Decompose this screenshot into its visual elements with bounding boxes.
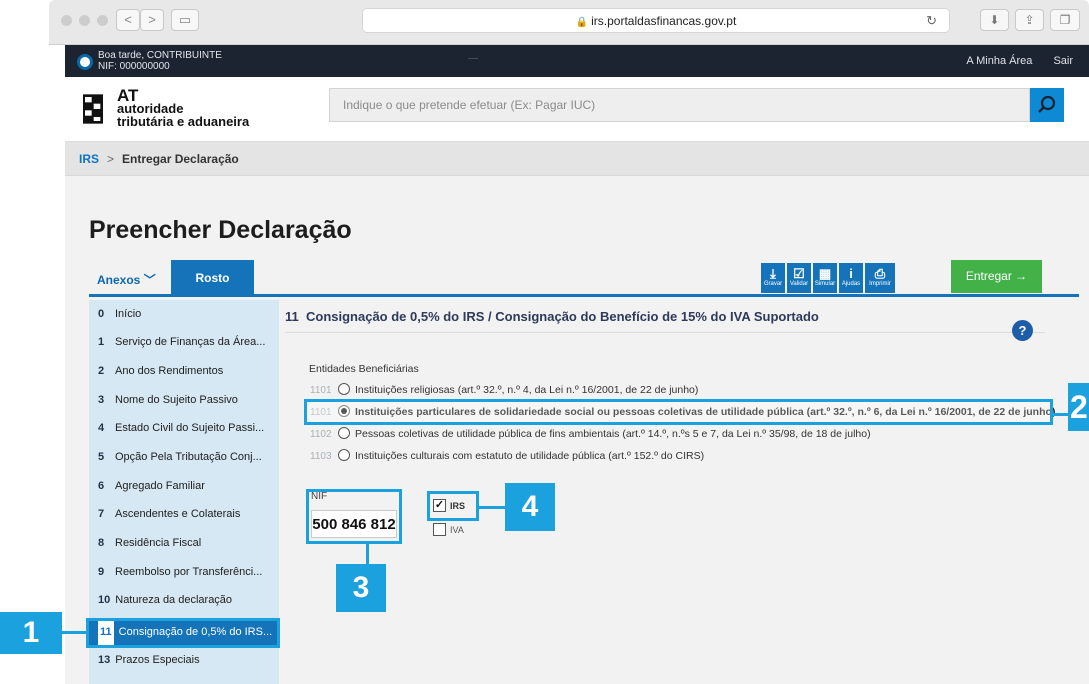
sidebar-item-prazos[interactable]: 13 Prazos Especiais (89, 646, 279, 674)
user-avatar-icon (77, 54, 93, 70)
highlight-frame-sidebar (86, 618, 280, 648)
gravar-button[interactable]: ⤓ Gravar (761, 263, 785, 293)
sidebar-item-agregado[interactable]: 6 Agregado Familiar (89, 472, 279, 500)
nif-label: NIF (311, 491, 328, 502)
download-icon[interactable]: ⬇ (980, 9, 1009, 31)
chevron-down-icon: ﹀ (143, 273, 156, 287)
section-title: 11 Consignação de 0,5% do IRS / Consigna… (285, 309, 819, 324)
entities-label: Entidades Beneficiárias (309, 363, 419, 375)
browser-toolbar: < > ▭ 🔒 irs.portaldasfinancas.gov.pt ↻ ⬇ … (49, 0, 1089, 45)
sidebar-item-reembolso[interactable]: 9 Reembolso por Transferênci... (89, 558, 279, 586)
sidebar-item-natureza[interactable]: 10 Natureza da declaração (89, 586, 279, 614)
printer-icon: ⎙ (874, 266, 886, 281)
help-icon[interactable]: ? (1012, 320, 1033, 341)
search-button[interactable] (1030, 88, 1064, 122)
site-header: AT autoridade tributária e aduaneira Ind… (65, 77, 1089, 142)
at-logo-text[interactable]: AT autoridade tributária e aduaneira (117, 87, 249, 128)
nif-field[interactable]: 500 846 812 (311, 510, 397, 538)
entity-option-culturais[interactable]: 1103 Instituições culturais com estatuto … (310, 446, 704, 466)
lock-icon: 🔒 (575, 17, 589, 28)
window-zoom-dot[interactable] (97, 15, 108, 26)
callout-1-connector (62, 631, 86, 634)
sidebar-item-ascendentes[interactable]: 7 Ascendentes e Colaterais (89, 500, 279, 528)
search-input[interactable]: Indique o que pretende efetuar (Ex: Paga… (329, 88, 1030, 122)
entity-option-ambientais[interactable]: 1102 Pessoas coletivas de utilidade públi… (310, 424, 871, 444)
topbar-separator: — (468, 53, 478, 64)
tab-anexos[interactable]: Anexos ﹀ (97, 271, 156, 288)
callout-2: 2 (1068, 383, 1089, 431)
info-icon: i (849, 266, 853, 281)
url-text: irs.portaldasfinancas.gov.pt (591, 14, 737, 28)
radio-icon (338, 427, 350, 439)
back-button[interactable]: < (116, 9, 140, 31)
reload-icon[interactable]: ↻ (926, 9, 937, 33)
highlight-frame-option (304, 399, 1053, 425)
callout-3: 3 (336, 564, 386, 612)
download-save-icon: ⤓ (770, 266, 776, 281)
sidebar-item-inicio[interactable]: 0 Início (89, 300, 279, 328)
page-title: Preencher Declaração (89, 216, 352, 244)
portal-page: Boa tarde, CONTRIBUINTE NIF: 000000000 —… (65, 45, 1089, 684)
breadcrumb-separator: > (107, 152, 115, 166)
form-tabs-bar: Anexos ﹀ Rosto ⤓ Gravar ☑ Validar ▦ Simular… (89, 260, 1079, 297)
forward-button[interactable]: > (140, 9, 164, 31)
sidebar-item-ano-rendimentos[interactable]: 2 Ano dos Rendimentos (89, 357, 279, 385)
irs-checkbox[interactable]: ✓ (433, 499, 446, 512)
sidebar-item-opcao-tributacao[interactable]: 5 Opção Pela Tributação Conj... (89, 443, 279, 471)
sidebar-item-servico-financas[interactable]: 1 Serviço de Finanças da Área... (89, 328, 279, 356)
section-divider (285, 332, 1045, 333)
address-bar[interactable]: 🔒 irs.portaldasfinancas.gov.pt ↻ (362, 8, 950, 33)
share-icon[interactable]: ⇪ (1015, 9, 1044, 31)
simular-button[interactable]: ▦ Simular (813, 263, 837, 293)
radio-icon (338, 449, 350, 461)
tabs-overview-icon[interactable]: ❐ (1050, 9, 1080, 31)
callout-3-connector (366, 544, 369, 566)
callout-4: 4 (505, 483, 555, 531)
irs-checkbox-label: IRS (450, 501, 466, 511)
iva-checkbox[interactable] (433, 523, 446, 536)
ajudas-button[interactable]: i Ajudas (839, 263, 863, 293)
check-square-icon: ☑ (793, 266, 805, 281)
entity-option-religiosas[interactable]: 1101 Instituições religiosas (art.º 32.º,… (310, 380, 698, 400)
imprimir-button[interactable]: ⎙ Imprimir (865, 263, 895, 293)
calculator-icon: ▦ (818, 266, 832, 281)
window-close-dot[interactable] (61, 15, 72, 26)
breadcrumb: IRS > Entregar Declaração (65, 142, 1089, 176)
entregar-button[interactable]: Entregar → (951, 260, 1042, 293)
user-nif: NIF: 000000000 (98, 61, 170, 72)
tab-rosto[interactable]: Rosto (171, 260, 254, 297)
user-topbar: Boa tarde, CONTRIBUINTE NIF: 000000000 —… (65, 45, 1089, 77)
greeting-text: Boa tarde, CONTRIBUINTE (98, 50, 222, 61)
callout-1: 1 (0, 612, 62, 654)
validar-button[interactable]: ☑ Validar (787, 263, 811, 293)
breadcrumb-irs-link[interactable]: IRS (79, 152, 99, 166)
breadcrumb-current: Entregar Declaração (122, 152, 239, 166)
sidebar-item-residencia[interactable]: 8 Residência Fiscal (89, 529, 279, 557)
sidebar-toggle-icon[interactable]: ▭ (171, 9, 199, 31)
window-minimize-dot[interactable] (79, 15, 90, 26)
at-logo-icon[interactable] (83, 87, 103, 131)
my-area-link[interactable]: A Minha Área (966, 55, 1032, 67)
logout-link[interactable]: Sair (1053, 55, 1073, 67)
search-icon (1038, 95, 1056, 113)
callout-4-connector (479, 506, 505, 509)
sidebar-item-nome-sujeito[interactable]: 3 Nome do Sujeito Passivo (89, 386, 279, 414)
sidebar-item-estado-civil[interactable]: 4 Estado Civil do Sujeito Passi... (89, 414, 279, 442)
iva-checkbox-label: IVA (450, 525, 464, 535)
callout-2-connector (1053, 413, 1068, 416)
radio-icon (338, 383, 350, 395)
